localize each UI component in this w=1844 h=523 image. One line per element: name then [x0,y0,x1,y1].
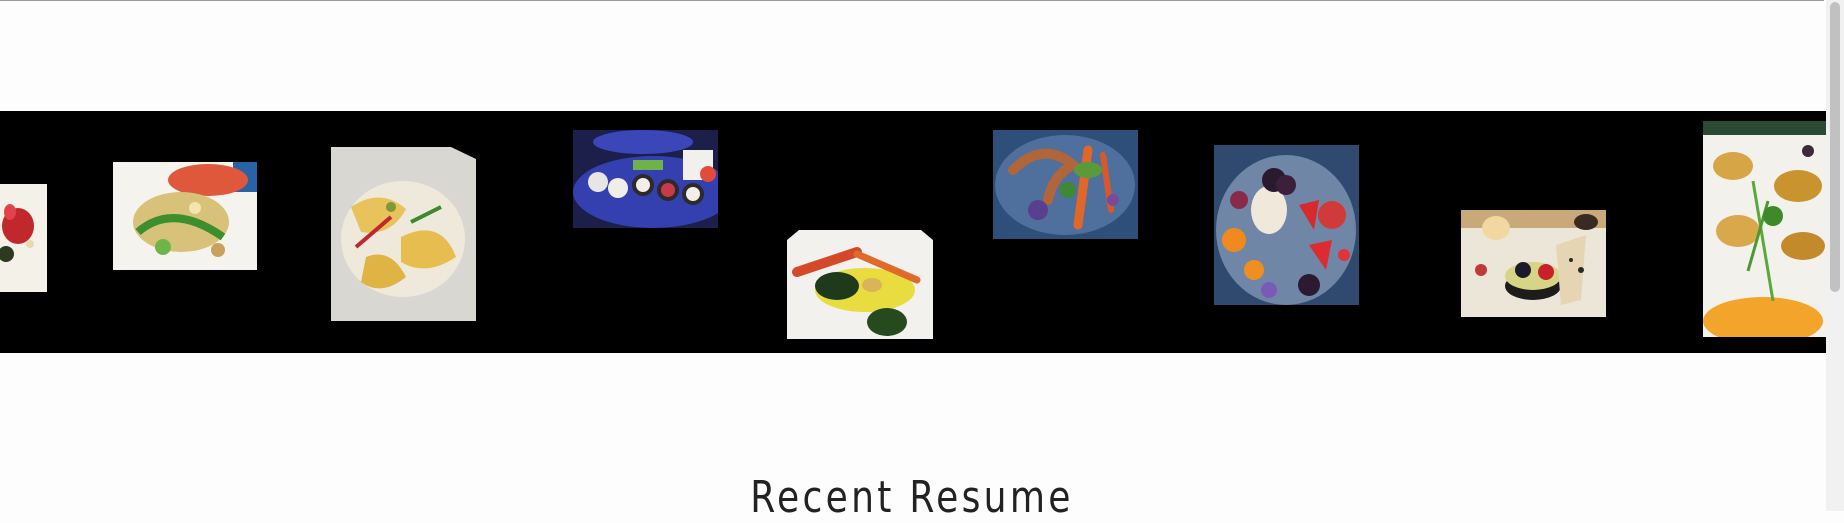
gallery-photo-seared-scallops[interactable] [1703,121,1826,337]
ravioli-image [331,147,476,321]
tart-dessert-image [1461,210,1606,317]
sushi-platter-image [573,130,718,228]
gallery-photo-sushi-platter[interactable] [573,130,718,228]
gallery-photo-strawberry-dessert[interactable] [0,184,47,292]
gallery-photo-ravioli[interactable] [331,147,476,321]
gallery-photo-tart-dessert[interactable] [1461,210,1606,317]
roasted-carrots-image [787,230,933,339]
berry-dessert-image [1214,145,1359,305]
gallery-photo-roasted-carrots[interactable] [787,230,933,339]
strawberry-dessert-image [0,184,47,292]
gallery-photo-berry-dessert[interactable] [1214,145,1359,305]
food-gallery-strip [0,111,1826,353]
scrollbar-thumb[interactable] [1830,2,1840,292]
grilled-octopus-image [993,130,1138,239]
seared-scallops-image [1703,121,1826,337]
section-title: Recent Resume [750,472,1074,523]
top-divider [0,0,1824,1]
seafood-salad-image [113,162,257,270]
gallery-photo-grilled-octopus[interactable] [993,130,1138,239]
gallery-photo-seafood-salad[interactable] [113,162,257,270]
vertical-scrollbar[interactable] [1826,0,1844,511]
